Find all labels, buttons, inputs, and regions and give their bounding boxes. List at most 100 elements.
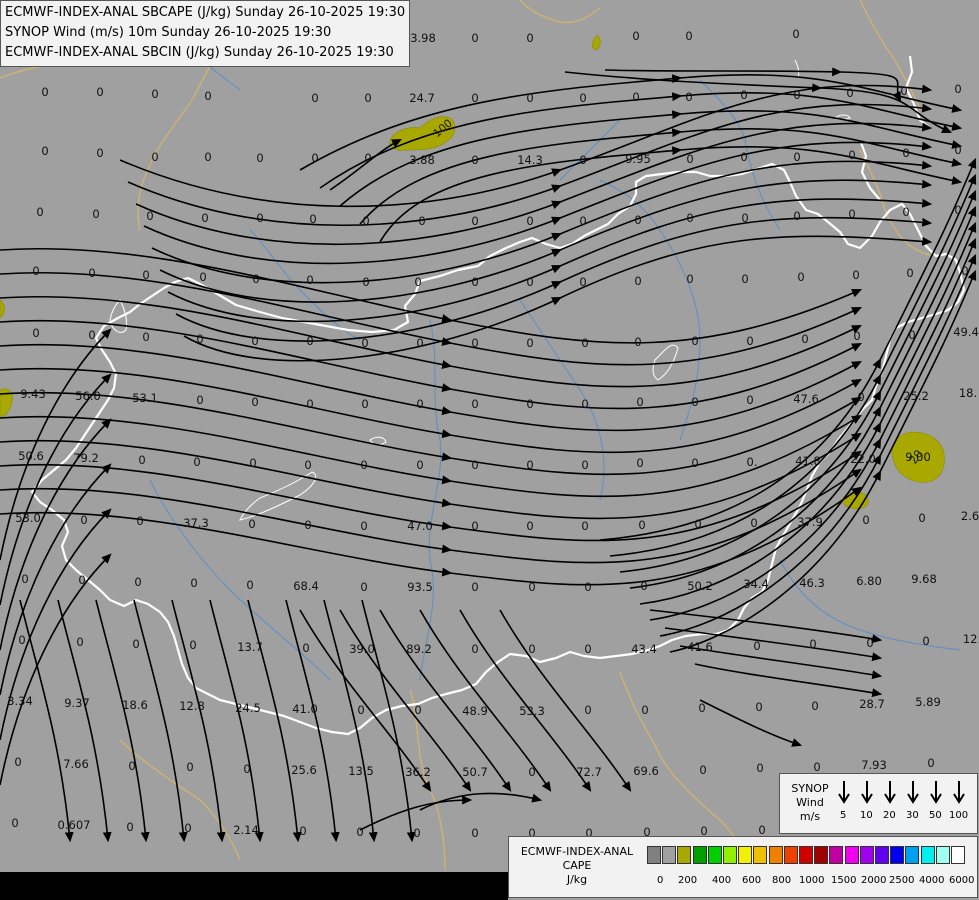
cape-value-label: 0 [416, 397, 423, 411]
cape-value-label: 0 [78, 573, 85, 587]
cape-value-label: 0 [755, 700, 762, 714]
cape-value-label: 0 [756, 761, 763, 775]
cape-value-label: 0 [526, 91, 533, 105]
cape-value-label: 0 [740, 88, 747, 102]
cape-value-label: 0 [142, 268, 149, 282]
cape-value-label: 0 [526, 275, 533, 289]
cape-value-label: 0 [581, 336, 588, 350]
cape-value-label: 49.4 [953, 325, 979, 339]
cape-value-label: 0 [256, 211, 263, 225]
wind-legend-title-line2: Wind [796, 796, 824, 809]
cape-value-label: 0 [698, 701, 705, 715]
cape-value-label: 0 [471, 580, 478, 594]
cape-value-label: 39.0 [349, 642, 375, 656]
wind-arrow-icon [930, 781, 942, 804]
wind-speed-label: 50 [929, 810, 942, 821]
weather-map: 3.98 0 0 0 0 0 0 0 0 0 0 0 24.7 0 0 0 0 0 0 0 0 0 0 0 0 0 0 0 0 0 3.88… [0, 0, 979, 900]
cape-value-label: 0 [196, 332, 203, 346]
cape-value-label: 0 [248, 517, 255, 531]
cape-value-label: 25.6 [291, 763, 317, 777]
cape-value-label: 0 [750, 516, 757, 530]
cape-tick-label: 1500 [831, 875, 857, 886]
cape-value-label: 0 [685, 90, 692, 104]
cape-value-label: 0 [249, 456, 256, 470]
cape-value-label: 0 [96, 146, 103, 160]
cape-value-label: 0 [92, 207, 99, 221]
cape-value-label: 0 [579, 214, 586, 228]
cape-value-label: 6.80 [856, 574, 882, 588]
cape-value-label: 0 [584, 642, 591, 656]
wind-legend: SYNOP Wind m/s 5 10 20 30 50 100 [779, 773, 978, 834]
cape-value-label: 0 [526, 519, 533, 533]
cape-value-label: 0 [581, 519, 588, 533]
cape-value-label: 0 [134, 575, 141, 589]
cape-value-label: 37.9 [797, 515, 823, 529]
cape-value-label: 0 [862, 513, 869, 527]
cape-value-label: 0 [132, 637, 139, 651]
cape-color-swatch [677, 846, 692, 864]
cape-color-swatch [844, 846, 859, 864]
cape-color-swatch [814, 846, 829, 864]
cape-value-label: 0 [11, 816, 18, 830]
cape-value-label: 13.7 [237, 640, 263, 654]
cape-value-label: 0 [252, 272, 259, 286]
wind-legend-unit: m/s [799, 810, 821, 823]
cape-value-label: 0 [88, 266, 95, 280]
cape-value-label: 34.4 [743, 577, 769, 591]
cape-value-label: 9.68 [911, 572, 937, 586]
cape-value-label: 69.6 [633, 764, 659, 778]
wind-speed-label: 30 [906, 810, 919, 821]
cape-value-label: 12. [963, 632, 979, 646]
cape-value-label: 0 [196, 393, 203, 407]
cape-value-label: 79.2 [73, 451, 99, 465]
cape-value-label: 7.66 [63, 757, 89, 771]
cape-value-label: 0 [416, 458, 423, 472]
cape-color-swatch [768, 846, 783, 864]
bottom-black-strip [0, 872, 508, 900]
cape-value-label: 0 [846, 86, 853, 100]
cape-value-label: 72.7 [576, 765, 602, 779]
cape-value-label: 0 [190, 576, 197, 590]
cape-value-label: 0 [900, 84, 907, 98]
cape-value-label: 0 [581, 458, 588, 472]
cape-value-label: 0 [21, 572, 28, 586]
cape-value-label: 0 [584, 580, 591, 594]
cape-value-label: 7.93 [861, 758, 887, 772]
cape-value-label: 0 [306, 273, 313, 287]
cape-value-label: 0 [416, 336, 423, 350]
cape-color-swatch [905, 846, 920, 864]
cape-value-label: 0 [18, 633, 25, 647]
cape-value-label: 0 [741, 272, 748, 286]
cape-value-label: 0 [471, 458, 478, 472]
cape-tick-label: 0 [657, 875, 664, 886]
cape-value-label: 0 [413, 826, 420, 840]
cape-value-label: 0 [632, 29, 639, 43]
cape-value-label: 0 [581, 397, 588, 411]
cape-value-label: 0 [299, 824, 306, 838]
cape-value-label: 50.6 [18, 449, 44, 463]
cape-value-label: 0 [927, 756, 934, 770]
cape-value-label: 0 [360, 580, 367, 594]
cape-value-label: 0 [471, 31, 478, 45]
cape-value-label: 0 [526, 397, 533, 411]
cape-legend: ECMWF-INDEX-ANAL CAPE J/kg 0 200 400 600 800… [508, 836, 978, 898]
cape-value-label: 0 [793, 150, 800, 164]
cape-tick-label: 2000 [861, 875, 887, 886]
wind-speed-label: 5 [840, 810, 847, 821]
cape-value-label: 53.1 [132, 391, 158, 405]
cape-value-label: 0 [632, 90, 639, 104]
cape-color-swatch [783, 846, 798, 864]
cape-value-label: 3.34 [7, 694, 33, 708]
cape-value-label: 0 [526, 31, 533, 45]
cape-value-label: 53.0 [15, 511, 41, 525]
cape-value-label: 0 [866, 636, 873, 650]
cape-value-label: 0 [526, 458, 533, 472]
cape-value-label: 0 [809, 637, 816, 651]
cape-value-label: 9.37 [64, 696, 90, 710]
cape-value-label: 3.88 [409, 153, 435, 167]
cape-value-label: 0 [797, 270, 804, 284]
map-title-box: ECMWF-INDEX-ANAL SBCAPE (J/kg) Sunday 26… [0, 0, 411, 67]
cape-value-label: 0 [414, 275, 421, 289]
cape-value-label: 46.3 [799, 576, 825, 590]
cape-value-label: 25.2 [903, 389, 929, 403]
